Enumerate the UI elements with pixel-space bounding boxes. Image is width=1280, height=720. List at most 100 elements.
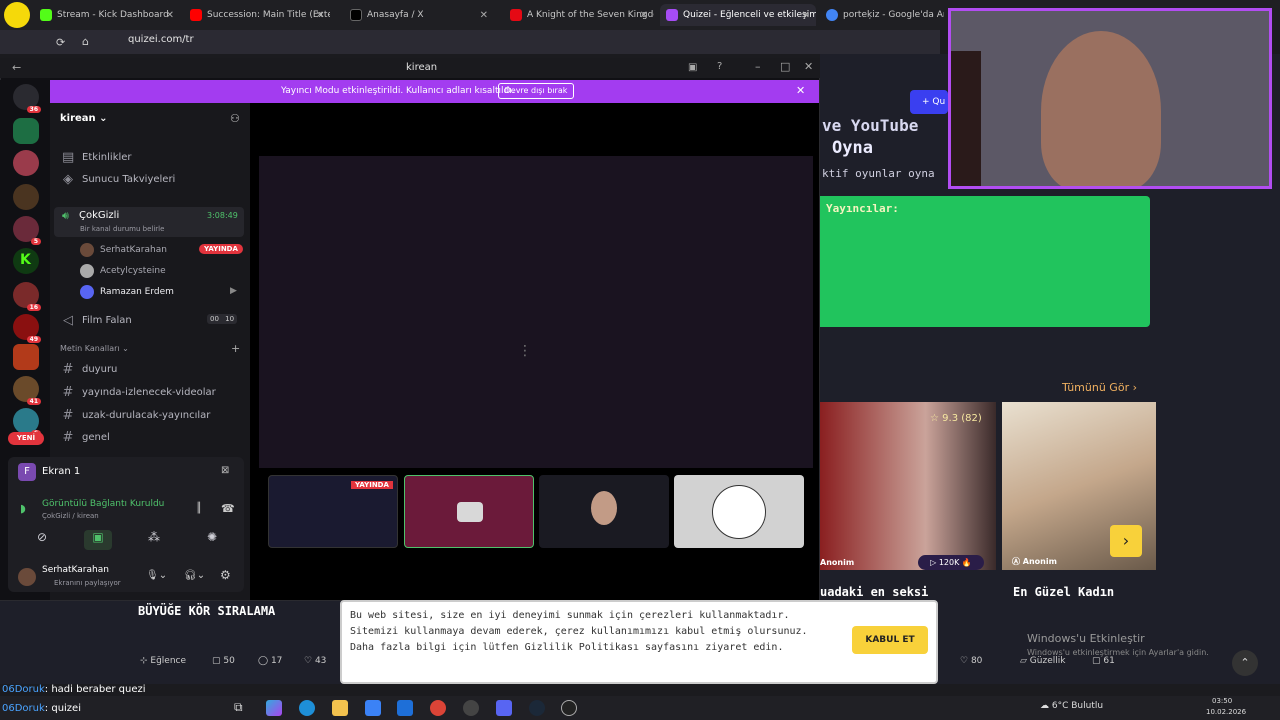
close-icon[interactable]: ✕ bbox=[802, 10, 810, 21]
voice-channel-status[interactable]: Bir kanal durumu belirle bbox=[80, 225, 164, 233]
signal-icon: ◗ bbox=[20, 502, 26, 515]
tab-kick[interactable]: Stream - Kick Dashboard ✕ bbox=[34, 4, 180, 26]
hash-icon: # bbox=[62, 385, 74, 400]
server-name[interactable]: kirean ⌄ bbox=[60, 113, 108, 124]
home-icon[interactable]: ⌂ bbox=[82, 35, 89, 48]
chrome-icon[interactable] bbox=[430, 700, 446, 716]
chat-line-1: 06Doruk: hadi beraber quezi bbox=[2, 684, 146, 695]
close-icon[interactable]: ✕ bbox=[480, 10, 488, 21]
stop-share-icon[interactable]: ⊠ bbox=[221, 465, 229, 476]
hero-line-3: ktif oyunlar oyna bbox=[822, 167, 935, 180]
win-activate-title: Windows'u Etkinleştir bbox=[1027, 632, 1145, 645]
tab-google[interactable]: porteķiz - Google'da Ara bbox=[820, 4, 944, 26]
main-stream-view[interactable] bbox=[259, 156, 813, 468]
settings-gear-icon[interactable]: ⚙ bbox=[220, 568, 231, 582]
disable-button[interactable]: Devre dışı bırak bbox=[498, 83, 574, 99]
text-channel-4[interactable]: # genel bbox=[62, 430, 110, 445]
user-name: SerhatKarahan bbox=[42, 565, 109, 575]
inbox-icon[interactable]: ▣ bbox=[688, 62, 697, 73]
card1-title[interactable]: uadaki en seksi bbox=[820, 585, 928, 599]
voice-user-1[interactable]: SerhatKarahan bbox=[80, 243, 167, 257]
text-channel-3[interactable]: # uzak-durulacak-yayıncılar bbox=[62, 408, 211, 423]
server-icon-3[interactable] bbox=[13, 184, 39, 210]
camera-icon: ▶ bbox=[230, 286, 237, 296]
page-top-button[interactable]: + Qu bbox=[910, 90, 948, 114]
text-channel-2[interactable]: # yayında-izlenecek-videolar bbox=[62, 385, 216, 400]
speaker-icon: ◁ bbox=[63, 313, 73, 328]
tab-quizei[interactable]: Quizei - Eğlenceli ve etkileşimli ✕ bbox=[660, 4, 816, 26]
cookie-text: Bu web sitesi, size en iyi deneyimi sunm… bbox=[350, 610, 808, 653]
close-icon[interactable]: ✕ bbox=[316, 10, 324, 21]
voice-channel-film[interactable]: ◁ Film Falan bbox=[62, 313, 132, 328]
tile-user-face[interactable] bbox=[539, 475, 669, 548]
category-label[interactable]: Metin Kanalları ⌄ bbox=[60, 344, 129, 353]
server-kirean[interactable] bbox=[13, 118, 39, 144]
voice-user-3[interactable]: Ramazan Erdem bbox=[80, 285, 174, 299]
close-icon[interactable]: ✕ bbox=[640, 10, 648, 21]
film-count: 00 10 bbox=[207, 314, 238, 324]
server-megabonk[interactable] bbox=[13, 344, 39, 370]
events-item[interactable]: ▤ Etkinlikler bbox=[62, 150, 132, 165]
avatar bbox=[80, 285, 94, 299]
steam-icon[interactable] bbox=[529, 700, 545, 716]
close-icon[interactable]: ✕ bbox=[166, 10, 174, 21]
reload-icon[interactable]: ⟳ bbox=[56, 36, 65, 49]
maximize-icon[interactable]: □ bbox=[780, 60, 790, 73]
calendar-icon: ▤ bbox=[62, 150, 75, 165]
server-icon-9[interactable]: 41 bbox=[13, 376, 41, 405]
server-icon-10[interactable]: 6 bbox=[13, 408, 41, 437]
soundboard-button[interactable]: ✺ bbox=[198, 530, 226, 550]
tab-x[interactable]: Anasayfa / X ✕ bbox=[344, 4, 494, 26]
obs-icon[interactable] bbox=[463, 700, 479, 716]
discord-home-icon[interactable]: 36 bbox=[13, 84, 41, 113]
tile-camera[interactable] bbox=[404, 475, 534, 548]
server-kick[interactable]: K bbox=[13, 248, 39, 274]
store-icon[interactable] bbox=[365, 700, 381, 716]
disconnect-icon[interactable]: ☎ bbox=[221, 502, 235, 515]
avatar[interactable] bbox=[18, 568, 36, 586]
user-status: Ekranını paylaşıyor bbox=[54, 579, 121, 587]
server-icon-6[interactable]: 16 bbox=[13, 282, 41, 311]
weather-widget[interactable]: ☁ 6°C Bulutlu bbox=[1040, 701, 1103, 711]
scroll-top-button[interactable]: ⌃ bbox=[1232, 650, 1258, 676]
edge-icon[interactable] bbox=[299, 700, 315, 716]
boosts-item[interactable]: ◈ Sunucu Takviyeleri bbox=[62, 172, 175, 187]
folder-icon[interactable] bbox=[332, 700, 348, 716]
text-channel-1[interactable]: # duyuru bbox=[62, 362, 118, 377]
add-channel-icon[interactable]: + bbox=[231, 342, 240, 355]
headset-icon[interactable]: 🎧︎⌄ bbox=[184, 570, 205, 581]
left-card-stat2: ◯ 17 bbox=[258, 656, 283, 666]
quiz-card-image-1[interactable] bbox=[820, 402, 996, 570]
url-field[interactable]: quizei.com/tr bbox=[108, 34, 928, 50]
camera-off-button[interactable]: ⊘ bbox=[28, 530, 56, 550]
server-icon-7[interactable]: 49 bbox=[13, 314, 41, 343]
tab-netflix[interactable]: A Knight of the Seven Kingdom ✕ bbox=[504, 4, 654, 26]
taskview-icon[interactable]: ⧉ bbox=[234, 700, 243, 715]
see-all-link[interactable]: Tümünü Gör › bbox=[1062, 381, 1137, 394]
tile-user-viking[interactable] bbox=[674, 475, 804, 548]
banner-close-icon[interactable]: ✕ bbox=[796, 84, 805, 97]
card2-title[interactable]: En Güzel Kadın bbox=[1013, 585, 1114, 599]
voice-user-2[interactable]: Acetylcysteine bbox=[80, 264, 166, 278]
accept-cookies-button[interactable]: KABUL ET bbox=[852, 626, 928, 654]
mic-icon[interactable]: 🎙︎⌄ bbox=[146, 570, 167, 581]
close-window-icon[interactable]: ✕ bbox=[804, 60, 813, 73]
tab-youtube[interactable]: Succession: Main Title (Exte ✕ bbox=[184, 4, 330, 26]
left-card-title[interactable]: BÜYÜĞE KÖR SIRALAMA bbox=[138, 604, 275, 618]
server-icon-4[interactable]: 5 bbox=[13, 216, 41, 245]
server-icon-2[interactable] bbox=[13, 150, 39, 176]
copilot-icon[interactable] bbox=[266, 700, 282, 716]
app-icon[interactable] bbox=[561, 700, 577, 716]
minimize-icon[interactable]: – bbox=[755, 60, 761, 73]
activities-button[interactable]: ⁂ bbox=[140, 530, 168, 550]
screen-share-button[interactable]: ▣ bbox=[84, 530, 112, 550]
mail-icon[interactable] bbox=[397, 700, 413, 716]
help-icon[interactable]: ? bbox=[717, 61, 722, 72]
noise-icon[interactable]: ║ bbox=[196, 503, 202, 514]
discord-icon[interactable] bbox=[496, 700, 512, 716]
avatar bbox=[80, 264, 94, 278]
invite-icon[interactable]: ⚇ bbox=[230, 112, 240, 125]
back-arrow-icon[interactable]: ← bbox=[12, 61, 21, 74]
avatar bbox=[80, 243, 94, 257]
next-arrow-button[interactable]: › bbox=[1110, 525, 1142, 557]
